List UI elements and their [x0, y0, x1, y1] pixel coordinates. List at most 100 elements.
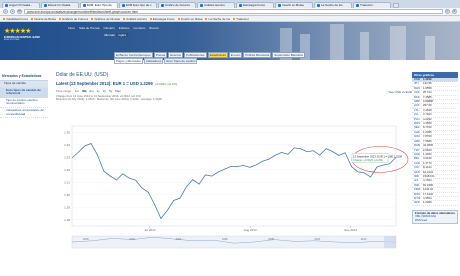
currency-code: NZD: [414, 200, 420, 205]
time-range-option[interactable]: 2y: [103, 89, 106, 93]
time-range-label: Time range:: [56, 89, 72, 93]
page-title: Dólar de EE.UU. (USD): [56, 72, 109, 78]
bookmark-item[interactable]: La Noche de los: [205, 17, 230, 21]
sidebar-item[interactable]: Tipo de cambio efectivo nominal diario: [0, 98, 48, 108]
bookmark-item[interactable]: Análisis técnico: [123, 17, 147, 21]
wrench-icon[interactable]: ≡: [452, 9, 457, 14]
ecb-logo[interactable]: ★★★★★ EUROPEAN CENTRAL BANK EUROSYSTEM: [4, 27, 49, 57]
ecb-header: ★★★★★ EUROPEAN CENTRAL BANK EUROSYSTEM I…: [0, 22, 460, 60]
usd-data-point: [211, 175, 213, 177]
time-range-option[interactable]: 5y: [109, 89, 112, 93]
time-range-option[interactable]: 3m: [82, 89, 86, 93]
usd-data-point: [198, 183, 200, 185]
sidebar-item[interactable]: Indicadores armonizados de competitivida…: [0, 108, 48, 119]
usd-data-point: [97, 154, 98, 156]
usd-data-point: [141, 187, 143, 189]
y-tick-label: 1.34: [64, 143, 70, 147]
bookmark-item[interactable]: Gráficos de Divisas: [91, 17, 120, 21]
time-range-option[interactable]: 6m: [89, 89, 93, 93]
favicon-icon: [44, 3, 47, 7]
see-more-link[interactable]: See USD vs EUR: [388, 90, 412, 94]
alt-data-link[interactable]: RSS feed: [415, 218, 455, 222]
bookmark-item[interactable]: Gráficos de Futuros: [59, 17, 88, 21]
usd-data-point: [186, 186, 187, 188]
main-nav-item[interactable]: El euro: [228, 52, 243, 58]
favicon-icon: [278, 3, 281, 7]
time-range-option[interactable]: Max: [115, 89, 121, 93]
forward-button[interactable]: ›: [10, 9, 15, 14]
latest-rate: Latest (13 September 2013): EUR 1 = USD …: [56, 81, 412, 86]
latest-rate-change: +0.0023 (+0.2%): [154, 82, 178, 86]
y-tick-label: 1.28: [64, 218, 70, 222]
usd-data-point: [376, 166, 378, 168]
back-button[interactable]: ‹: [3, 9, 8, 14]
favicon-icon: [239, 3, 242, 7]
top-link[interactable]: Contacto: [133, 26, 145, 30]
usd-data-point: [116, 179, 117, 181]
usd-data-point: [338, 155, 340, 156]
tooltip-line-1: 13 September 2013: EUR 1 = USD 1.3299: [353, 154, 403, 158]
usd-data-point: [370, 176, 371, 178]
usd-data-point: [166, 210, 168, 211]
main-nav-item[interactable]: Supervisión Bancaria: [272, 52, 305, 58]
bookmark-item[interactable]: Estrategia Forex: [150, 17, 175, 21]
top-links: Inicio Sala de Prensa Glosario Enlaces Conta…: [68, 26, 159, 30]
reload-button[interactable]: ↻: [17, 9, 22, 14]
time-range-option[interactable]: 1m: [75, 89, 79, 93]
main-nav-item[interactable]: Política Monetaria: [243, 52, 272, 58]
browser-tab-label: Ebook for Osaka: [48, 3, 71, 7]
sidebar-item[interactable]: Euro tipos de cambio de referencia: [0, 87, 48, 98]
stats-minmax: Minimum (9 July 2013): 1.2810 - Maximum …: [56, 97, 162, 102]
bookmark-item[interactable]: Volatilidad Forex: [3, 17, 28, 21]
bookmark-item[interactable]: Traductor: [233, 17, 249, 21]
currency-rate: 1.6289: [423, 200, 432, 205]
x-tick-label: Jul 2013: [144, 228, 156, 232]
bookmark-item[interactable]: Invertir en Bolsa: [178, 17, 203, 21]
sub-nav-item[interactable]: Indicadores: [143, 58, 164, 64]
time-range-option[interactable]: 1y: [97, 89, 100, 93]
sidebar-item[interactable]: Tipos de cambio: [0, 81, 48, 88]
browser-tab-label: Invertir en Bolsa: [282, 3, 304, 7]
top-link[interactable]: Enlaces: [119, 26, 130, 30]
currency-link[interactable]: NZD 1.6289: [412, 200, 458, 206]
usd-data-point: [262, 160, 263, 162]
browser-tab-label: Análisis técnico: [204, 3, 225, 7]
sub-nav-item[interactable]: Euro Tipos de cambio: [164, 58, 198, 64]
x-tick-label: Sep 2013: [344, 228, 357, 232]
tooltip-line-2: Change: +0.0023 (+0.2%): [353, 158, 383, 162]
usd-data-point: [382, 164, 384, 166]
latest-rate-text: Latest (13 September 2013): EUR 1 = USD …: [56, 81, 153, 86]
usd-data-point: [147, 191, 149, 193]
left-sidebar-title[interactable]: Mercados y Estadísticas: [0, 72, 48, 81]
timeline-label: 2008: [268, 237, 274, 241]
time-range-selector: Time range: 1m 3m 6m 1y 2y 5y Max: [56, 89, 412, 93]
x-tick-label: Aug 2013: [244, 228, 257, 232]
main-nav-item[interactable]: Estadísticas: [207, 52, 228, 58]
usd-data-point: [344, 152, 346, 154]
top-link[interactable]: Inicio: [68, 26, 75, 30]
sub-nav-item[interactable]: Pagos y Mercados: [114, 58, 143, 64]
eu-stars-icon: ★★★★★: [4, 28, 31, 35]
language-current[interactable]: Inglés: [116, 33, 129, 37]
y-tick-label: 1.32: [64, 168, 70, 172]
main-content: Dólar de EE.UU. (USD) Latest (13 Septemb…: [56, 72, 412, 272]
y-tick-label: 1.30: [64, 193, 70, 197]
top-link[interactable]: Buscar: [149, 26, 158, 30]
usd-data-point: [306, 151, 308, 153]
star-icon[interactable]: ☆: [445, 9, 450, 14]
currency-code: RUB: [414, 143, 420, 148]
browser-tab-label: Traductor: [360, 3, 373, 7]
y-tick-label: 1.33: [64, 155, 70, 159]
timeline-navigator: [71, 235, 397, 249]
usd-data-point: [313, 150, 314, 152]
timeline-label: 2000: [83, 237, 89, 241]
language-bar: Idiomas: Inglés: [104, 33, 129, 37]
top-link[interactable]: Sala de Prensa: [79, 26, 100, 30]
usd-data-point: [160, 218, 162, 219]
usd-data-point: [300, 148, 302, 150]
bookmark-item[interactable]: Noticia de Bolsa: [31, 17, 56, 21]
browser-tab-label: Estrategia Forex: [243, 3, 266, 7]
top-link[interactable]: Glosario: [104, 26, 115, 30]
url-input[interactable]: www.ecb.europa.eu/stats/exchange/eurofxr…: [24, 9, 443, 14]
currency-rate: 43.0830: [423, 143, 434, 148]
